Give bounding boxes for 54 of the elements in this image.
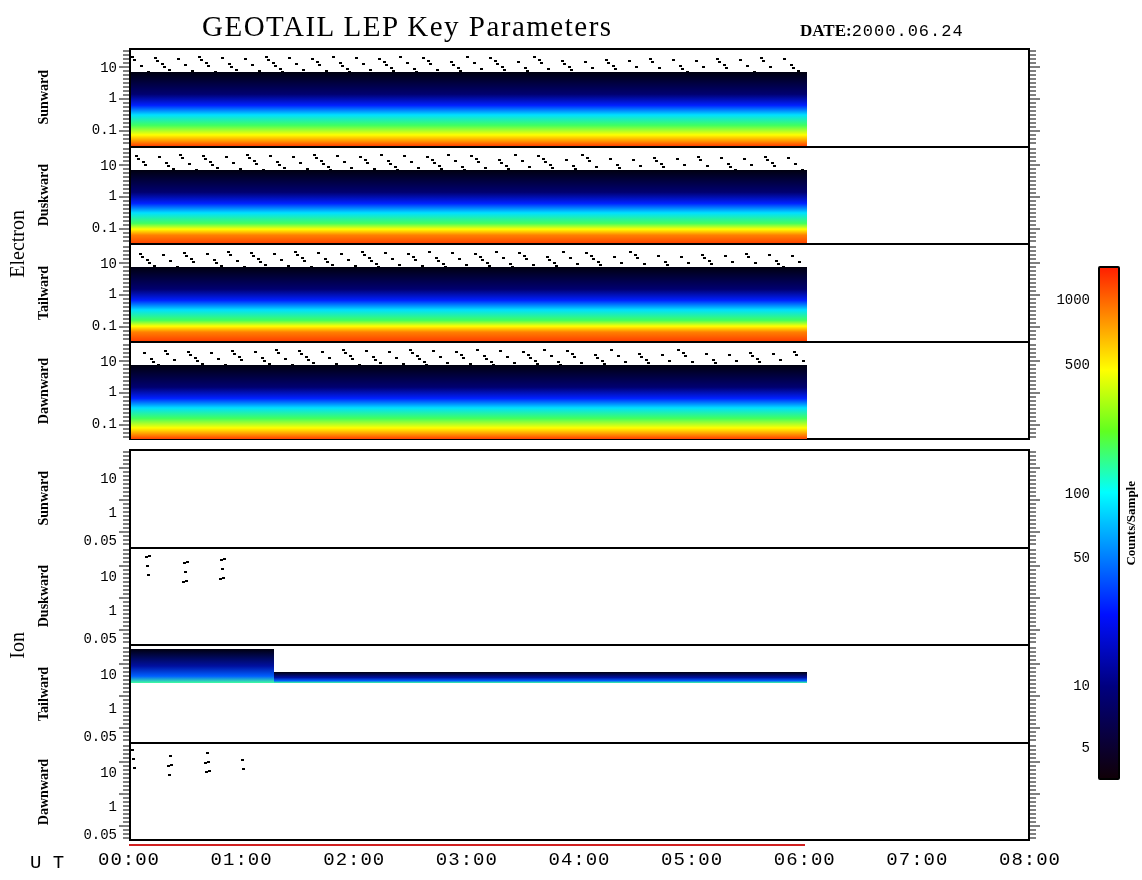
x-tick-label: 01:00 <box>210 851 273 870</box>
colorbar-tick-label: 5 <box>1081 741 1090 756</box>
y-tick-label: 0.1 <box>91 417 117 431</box>
y-tick-label: 1 <box>108 800 117 814</box>
panel-label: Duskward <box>37 163 51 227</box>
y-tick-label: 1 <box>108 604 117 618</box>
colorbar-label: Counts/Sample <box>1123 480 1137 566</box>
y-tick-label: 0.05 <box>83 828 117 842</box>
y-tick-label: 10 <box>100 61 117 75</box>
y-tick-label: 10 <box>100 472 117 486</box>
colorbar-tick-label: 1000 <box>1056 292 1090 307</box>
x-tick-label: 00:00 <box>98 851 160 870</box>
y-tick-label: 0.1 <box>91 319 117 333</box>
y-tick-label: 1 <box>108 702 117 716</box>
colorbar-tick-label: 100 <box>1064 487 1090 502</box>
panel-label: Sunward <box>37 470 51 526</box>
y-tick-label: 10 <box>100 355 117 369</box>
panel-label: Duskward <box>37 564 51 628</box>
colorbar-tick-label: 500 <box>1064 358 1090 373</box>
group-label: Ion <box>7 631 27 659</box>
colorbar-tick-label: 50 <box>1073 550 1090 565</box>
panel-label: Dawnward <box>37 357 51 425</box>
y-tick-label: 1 <box>108 385 117 399</box>
y-tick-label: 10 <box>100 570 117 584</box>
panel-label: Tailward <box>37 667 51 721</box>
x-tick-label: 04:00 <box>548 851 611 870</box>
group-label: Electron <box>7 210 27 278</box>
x-tick-label: 05:00 <box>661 851 724 870</box>
y-tick-label: 1 <box>108 189 117 203</box>
x-tick-label: 02:00 <box>323 851 386 870</box>
date-value: 2000.06.24 <box>851 20 964 43</box>
x-tick-label: 03:00 <box>435 851 498 870</box>
panel-label: Tailward <box>37 266 51 320</box>
y-tick-label: 1 <box>108 506 117 520</box>
y-tick-label: 10 <box>100 766 117 780</box>
x-tick-label: 06:00 <box>773 851 836 870</box>
y-tick-label: 10 <box>100 668 117 682</box>
y-tick-label: 0.05 <box>83 730 117 744</box>
chart-title: GEOTAIL LEP Key Parameters <box>202 8 614 41</box>
colorbar-tick-label: 10 <box>1073 678 1090 693</box>
x-tick-label: 07:00 <box>886 851 949 870</box>
y-tick-label: 0.1 <box>91 221 117 235</box>
x-tick-label: 08:00 <box>999 851 1061 870</box>
date-label: DATE: <box>800 19 852 42</box>
x-axis-label: U T <box>30 852 65 874</box>
y-tick-label: 1 <box>108 287 117 301</box>
y-tick-label: 0.1 <box>91 123 117 137</box>
panel-label: Sunward <box>37 69 51 125</box>
y-tick-label: 10 <box>100 257 117 271</box>
y-tick-label: 1 <box>108 91 117 105</box>
panel-label: Dawnward <box>37 758 51 826</box>
y-tick-label: 0.05 <box>83 534 117 548</box>
y-tick-label: 10 <box>100 159 117 173</box>
y-tick-label: 0.05 <box>83 632 117 646</box>
